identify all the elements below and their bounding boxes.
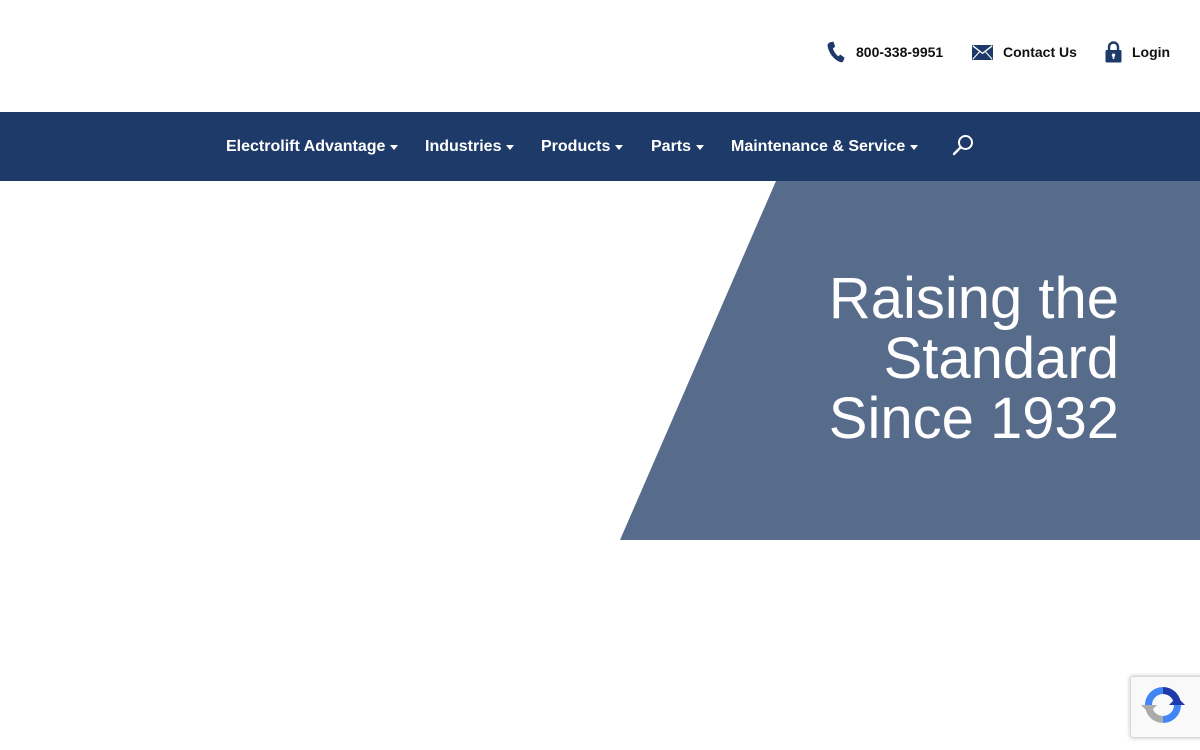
recaptcha-badge[interactable]: [1130, 676, 1200, 738]
chevron-down-icon: [390, 145, 399, 150]
login-label: Login: [1132, 44, 1171, 60]
hero-title: Raising the Standard Since 1932: [829, 269, 1119, 449]
nav-item-electrolift-advantage[interactable]: Electrolift Advantage: [226, 112, 399, 181]
chevron-down-icon: [506, 145, 515, 150]
lock-icon: [1105, 41, 1122, 63]
search-icon: [951, 133, 975, 162]
nav-item-products[interactable]: Products: [541, 112, 624, 181]
hero-title-line: Standard: [883, 326, 1119, 391]
chevron-down-icon: [696, 145, 705, 150]
envelope-icon: [972, 44, 993, 60]
hero-title-line: Since 1932: [828, 386, 1119, 451]
hero-banner: Raising the Standard Since 1932: [0, 181, 1200, 540]
nav-item-label: Electrolift Advantage: [226, 137, 386, 155]
nav-item-label: Maintenance & Service: [731, 137, 906, 155]
hero-title-line: Raising the: [828, 266, 1119, 331]
contact-us-link[interactable]: Contact Us: [972, 40, 1077, 64]
nav-item-maintenance-service[interactable]: Maintenance & Service: [731, 112, 919, 181]
chevron-down-icon: [615, 145, 624, 150]
phone-link[interactable]: 800-338-9951: [826, 40, 943, 64]
main-nav: Electrolift Advantage Industries Product…: [0, 112, 1200, 181]
nav-item-parts[interactable]: Parts: [651, 112, 705, 181]
nav-item-label: Products: [541, 137, 611, 155]
search-button[interactable]: [950, 134, 976, 160]
nav-item-label: Industries: [425, 137, 502, 155]
recaptcha-icon: [1141, 683, 1185, 732]
utility-bar: 800-338-9951 Contact Us Login: [0, 0, 1200, 112]
chevron-down-icon: [910, 145, 919, 150]
phone-number: 800-338-9951: [856, 44, 944, 60]
login-link[interactable]: Login: [1105, 40, 1170, 64]
nav-item-industries[interactable]: Industries: [425, 112, 515, 181]
contact-us-label: Contact Us: [1003, 44, 1077, 60]
nav-item-label: Parts: [651, 137, 692, 155]
phone-icon: [826, 41, 846, 63]
